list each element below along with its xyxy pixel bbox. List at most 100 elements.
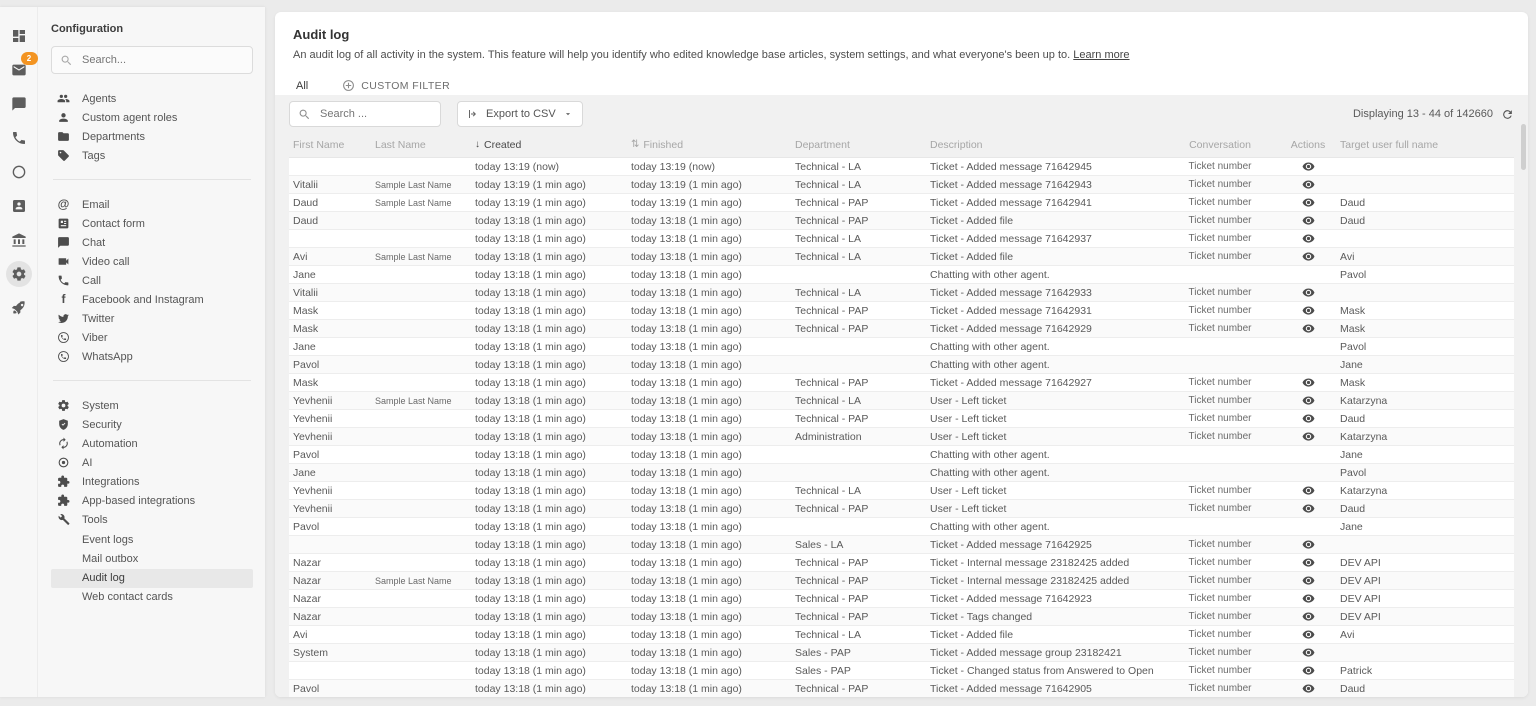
view-details-eye-icon[interactable] (1302, 304, 1315, 317)
cell-finished: today 13:18 (1 min ago) (627, 395, 791, 407)
view-details-eye-icon[interactable] (1302, 502, 1315, 515)
ticket-number-link[interactable]: Ticket number (1189, 377, 1252, 388)
rail-item-tickets[interactable]: 2 (6, 57, 32, 83)
view-details-eye-icon[interactable] (1302, 610, 1315, 623)
cell-target-user: Pavol (1336, 467, 1514, 479)
view-details-eye-icon[interactable] (1302, 214, 1315, 227)
sidebar-item-call[interactable]: Call (51, 271, 253, 290)
view-details-eye-icon[interactable] (1302, 394, 1315, 407)
view-details-eye-icon[interactable] (1302, 574, 1315, 587)
view-details-eye-icon[interactable] (1302, 196, 1315, 209)
configuration-search-input[interactable] (80, 53, 244, 67)
view-details-eye-icon[interactable] (1302, 646, 1315, 659)
sidebar-item-whatsapp[interactable]: WhatsApp (51, 347, 253, 366)
sidebar-item-system[interactable]: System (51, 396, 253, 415)
table-search-input[interactable] (318, 107, 432, 121)
ticket-number-link[interactable]: Ticket number (1189, 287, 1252, 298)
ticket-number-link[interactable]: Ticket number (1189, 629, 1252, 640)
column-header-finished[interactable]: ⇅Finished (627, 139, 791, 151)
sidebar-item-viber[interactable]: Viber (51, 328, 253, 347)
sidebar-item-security[interactable]: Security (51, 415, 253, 434)
ticket-number-link[interactable]: Ticket number (1189, 161, 1252, 172)
sidebar-item-app-based-integrations[interactable]: App-based integrations (51, 491, 253, 510)
view-details-eye-icon[interactable] (1302, 538, 1315, 551)
sidebar-item-custom-agent-roles[interactable]: Custom agent roles (51, 108, 253, 127)
configuration-search[interactable] (51, 46, 253, 74)
ticket-number-link[interactable]: Ticket number (1189, 485, 1252, 496)
view-details-eye-icon[interactable] (1302, 430, 1315, 443)
ticket-number-link[interactable]: Ticket number (1189, 395, 1252, 406)
column-header-created[interactable]: ↓Created (471, 139, 627, 151)
sidebar-item-automation[interactable]: Automation (51, 434, 253, 453)
rail-item-calls[interactable] (6, 125, 32, 151)
rail-item-getting-started[interactable] (6, 295, 32, 321)
scrollbar-thumb[interactable] (1521, 124, 1526, 170)
sidebar-subitem-web-contact-cards[interactable]: Web contact cards (51, 588, 253, 607)
sidebar-item-email[interactable]: @Email (51, 195, 253, 214)
view-details-eye-icon[interactable] (1302, 322, 1315, 335)
ticket-number-link[interactable]: Ticket number (1189, 233, 1252, 244)
displaying-text: Displaying 13 - 44 of 142660 (1353, 108, 1493, 120)
sidebar-item-facebook-and-instagram[interactable]: fFacebook and Instagram (51, 290, 253, 309)
rail-item-settings[interactable] (6, 261, 32, 287)
page-description-text: An audit log of all activity in the syst… (293, 49, 1070, 61)
ticket-number-link[interactable]: Ticket number (1189, 575, 1252, 586)
sidebar-item-ai[interactable]: AI (51, 453, 253, 472)
rail-item-status[interactable] (6, 159, 32, 185)
ticket-number-link[interactable]: Ticket number (1189, 557, 1252, 568)
sidebar-item-departments[interactable]: Departments (51, 127, 253, 146)
view-details-eye-icon[interactable] (1302, 160, 1315, 173)
view-details-eye-icon[interactable] (1302, 376, 1315, 389)
view-details-eye-icon[interactable] (1302, 592, 1315, 605)
ticket-number-link[interactable]: Ticket number (1189, 539, 1252, 550)
cell-created: today 13:18 (1 min ago) (471, 251, 627, 263)
view-details-eye-icon[interactable] (1302, 250, 1315, 263)
sidebar-item-twitter[interactable]: Twitter (51, 309, 253, 328)
sidebar-subitem-event-logs[interactable]: Event logs (51, 531, 253, 550)
sidebar-item-tools[interactable]: Tools (51, 510, 253, 529)
ticket-number-link[interactable]: Ticket number (1189, 197, 1252, 208)
cell-first-name: Mask (289, 323, 371, 335)
view-details-eye-icon[interactable] (1302, 628, 1315, 641)
rail-item-chats[interactable] (6, 91, 32, 117)
ticket-number-link[interactable]: Ticket number (1189, 323, 1252, 334)
view-details-eye-icon[interactable] (1302, 232, 1315, 245)
ticket-number-link[interactable]: Ticket number (1189, 215, 1252, 226)
refresh-icon[interactable] (1501, 108, 1514, 121)
ticket-number-link[interactable]: Ticket number (1189, 593, 1252, 604)
export-to-csv-button[interactable]: Export to CSV (457, 101, 583, 127)
view-details-eye-icon[interactable] (1302, 664, 1315, 677)
cell-conversation: Ticket number (1160, 611, 1280, 622)
sidebar-item-video-call[interactable]: Video call (51, 252, 253, 271)
rail-item-dashboard[interactable] (6, 23, 32, 49)
ticket-number-link[interactable]: Ticket number (1189, 683, 1252, 694)
ticket-number-link[interactable]: Ticket number (1189, 431, 1252, 442)
sidebar-item-agents[interactable]: Agents (51, 89, 253, 108)
view-details-eye-icon[interactable] (1302, 412, 1315, 425)
sidebar-subitem-audit-log[interactable]: Audit log (51, 569, 253, 588)
view-details-eye-icon[interactable] (1302, 682, 1315, 695)
ticket-number-link[interactable]: Ticket number (1189, 305, 1252, 316)
ticket-number-link[interactable]: Ticket number (1189, 647, 1252, 658)
view-details-eye-icon[interactable] (1302, 286, 1315, 299)
sidebar-item-tags[interactable]: Tags (51, 146, 253, 165)
ticket-number-link[interactable]: Ticket number (1189, 179, 1252, 190)
sidebar-subitem-mail-outbox[interactable]: Mail outbox (51, 550, 253, 569)
ticket-number-link[interactable]: Ticket number (1189, 611, 1252, 622)
rail-item-billing[interactable] (6, 227, 32, 253)
ticket-number-link[interactable]: Ticket number (1189, 413, 1252, 424)
sidebar-item-chat[interactable]: Chat (51, 233, 253, 252)
table-search[interactable] (289, 101, 441, 127)
learn-more-link[interactable]: Learn more (1073, 49, 1129, 61)
cell-created: today 13:18 (1 min ago) (471, 323, 627, 335)
sidebar-item-integrations[interactable]: Integrations (51, 472, 253, 491)
sidebar-group: @EmailContact formChatVideo callCallfFac… (51, 195, 253, 366)
ticket-number-link[interactable]: Ticket number (1189, 665, 1252, 676)
ticket-number-link[interactable]: Ticket number (1189, 251, 1252, 262)
sidebar-item-contact-form[interactable]: Contact form (51, 214, 253, 233)
view-details-eye-icon[interactable] (1302, 484, 1315, 497)
ticket-number-link[interactable]: Ticket number (1189, 503, 1252, 514)
rail-item-contacts[interactable] (6, 193, 32, 219)
view-details-eye-icon[interactable] (1302, 556, 1315, 569)
view-details-eye-icon[interactable] (1302, 178, 1315, 191)
